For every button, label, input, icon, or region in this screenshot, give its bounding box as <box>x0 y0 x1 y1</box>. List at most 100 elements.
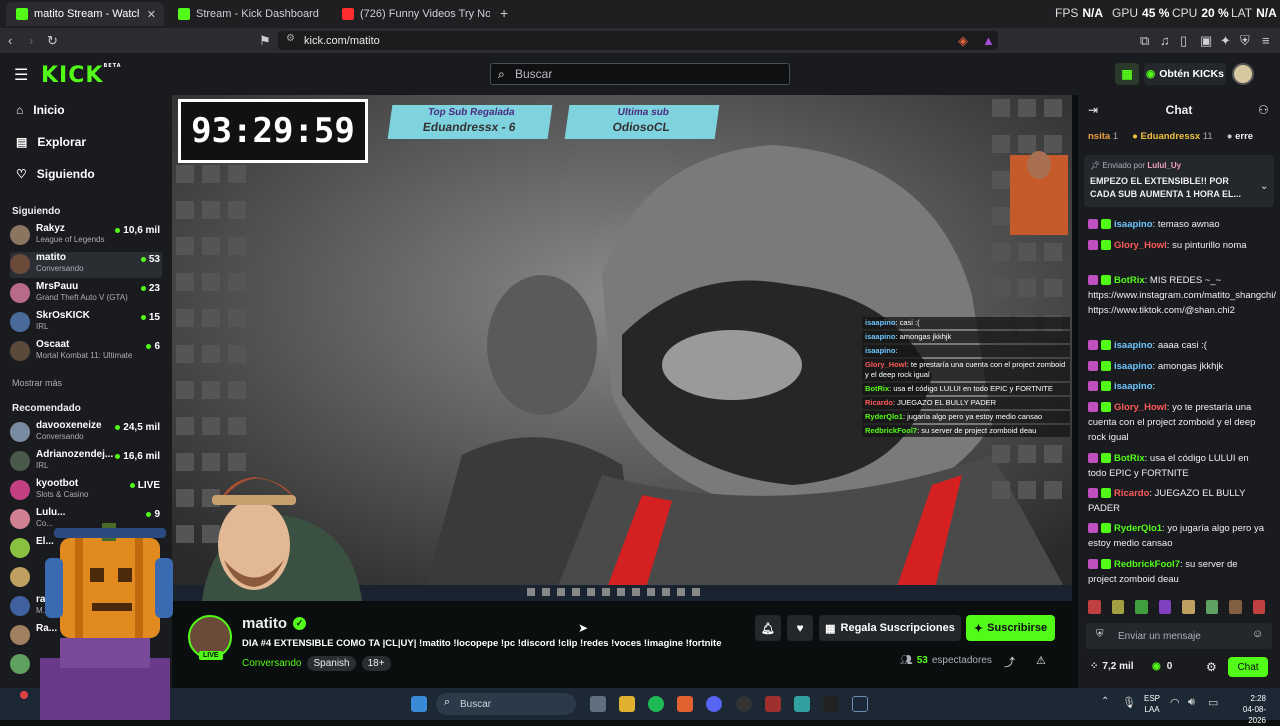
category-link[interactable]: Conversando <box>242 658 301 669</box>
sidebar-channel[interactable] <box>10 652 162 678</box>
chat-username[interactable]: BotRix <box>1114 453 1145 464</box>
kicks-balance[interactable]: ⁘ 7,2 mil <box>1090 661 1134 672</box>
chat-username[interactable]: isaapino <box>1114 219 1153 230</box>
taskbar-search[interactable]: ⌕ Buscar <box>436 693 576 715</box>
sidebar-channel[interactable] <box>10 565 162 591</box>
sidebar-channel[interactable]: davooxeneize Conversando 24,5 mil <box>10 420 162 446</box>
tag-chip[interactable]: Spanish <box>307 656 356 671</box>
brave-icon[interactable] <box>677 696 693 712</box>
search-input[interactable]: ⌕ Buscar <box>490 63 790 85</box>
video-player[interactable]: 93:29:59 Top Sub Regalada Eduandressx - … <box>172 95 1072 601</box>
gifter-name: nsita <box>1088 131 1111 142</box>
chat-input[interactable]: ⛨ Enviar un mensaje ☺ <box>1086 623 1272 649</box>
report-icon[interactable]: ⚠ <box>1036 654 1046 667</box>
sidebar-item-explorar[interactable]: ▤ Explorar <box>16 135 86 149</box>
browser-tab[interactable]: (726) Funny Videos Try Not to Laugh <box>332 2 492 26</box>
sidebar-channel[interactable]: rag... M... 63 <box>10 594 162 620</box>
sidebar-toggle-icon[interactable]: ▯ <box>1180 33 1187 49</box>
sidebar-channel[interactable]: Rakyz League of Legends 10,6 mil <box>10 223 162 249</box>
sidebar-item-inicio[interactable]: ⌂ Inicio <box>16 103 65 117</box>
wallet-icon[interactable]: ▣ <box>1200 33 1212 49</box>
file-explorer-icon[interactable] <box>619 696 635 712</box>
app-icon[interactable] <box>794 696 810 712</box>
new-tab-button[interactable]: + <box>500 5 508 21</box>
leo-icon[interactable]: ✦ <box>1220 33 1231 49</box>
pinned-message[interactable]: 📌︎ Enviado por Lulul_Uy EMPEZO EL EXTENS… <box>1084 155 1274 207</box>
music-icon[interactable]: ♫ <box>1160 33 1170 48</box>
show-more-link[interactable]: Mostrar más <box>12 378 62 388</box>
channel-name: El... <box>36 536 54 547</box>
last-sub-name: OdiosoCL <box>611 120 671 134</box>
sidebar-item-siguiendo[interactable]: ♡ Siguiendo <box>16 167 95 181</box>
chat-username[interactable]: Glory_Howl <box>1114 402 1167 413</box>
menu-icon[interactable]: ≡ <box>1262 33 1270 48</box>
chevron-down-icon[interactable]: ⌄ <box>1260 181 1268 192</box>
follow-button[interactable]: ♥ <box>787 615 813 641</box>
close-tab-icon[interactable]: ✕ <box>147 8 156 21</box>
reload-icon[interactable]: ↻ <box>47 33 58 49</box>
site-info-icon[interactable]: ⚙ <box>286 33 295 44</box>
get-kicks-button[interactable]: ◉ Obtén KICKs <box>1144 63 1226 85</box>
send-chat-button[interactable]: Chat <box>1228 657 1268 677</box>
points-balance[interactable]: ◉ 0 <box>1152 661 1172 672</box>
task-view-icon[interactable] <box>590 696 606 712</box>
chat-username[interactable]: Ricardo <box>1114 488 1149 499</box>
mic-icon[interactable]: 🎙︎ <box>1122 696 1136 709</box>
kick-rewards-button[interactable]: ▦ <box>1115 63 1139 85</box>
sidebar-channel[interactable]: kyootbot Slots & Casino LIVE <box>10 478 162 504</box>
sidebar-channel[interactable]: MrsPauu Grand Theft Auto V (GTA) 23 <box>10 281 162 307</box>
chat-users-icon[interactable]: ⚇ <box>1258 103 1269 117</box>
chat-username[interactable]: isaapino <box>1114 340 1153 351</box>
notifications-button[interactable]: 🔔︎ <box>755 615 781 641</box>
spotify-icon[interactable] <box>648 696 664 712</box>
share-icon[interactable]: ⤴ <box>1004 654 1015 670</box>
discord-icon[interactable] <box>706 696 722 712</box>
chat-username[interactable]: isaapino <box>1114 361 1153 372</box>
brave-shield-icon[interactable]: ◈ <box>958 33 968 49</box>
vpn-icon[interactable]: ⛨ <box>1240 33 1250 49</box>
gift-subs-button[interactable]: ▦ Regala Suscripciones <box>819 615 961 641</box>
browser-tab[interactable]: Stream - Kick Dashboard <box>168 2 330 26</box>
streamer-name[interactable]: matito <box>242 615 287 632</box>
subscribe-button[interactable]: ✦ Suscribirse <box>966 615 1055 641</box>
windows-start-icon[interactable] <box>411 696 427 712</box>
channel-avatar <box>10 480 30 500</box>
rewards-icon[interactable]: ▲ <box>982 33 995 48</box>
user-avatar[interactable] <box>1232 63 1254 85</box>
valorant-icon[interactable] <box>765 696 781 712</box>
sidebar-channel[interactable]: Oscaat Mortal Kombat 11: Ultimate 6 <box>10 339 162 365</box>
wifi-icon[interactable]: ◠ <box>1170 696 1180 709</box>
clock[interactable]: 2:28 04-08-2026 <box>1226 693 1266 726</box>
steam-icon[interactable] <box>852 696 868 712</box>
browser-tab-active[interactable]: matito Stream - Watch Live o ✕ <box>6 2 164 26</box>
tray-chevron-icon[interactable]: ⌃ <box>1101 696 1109 707</box>
tag-chip[interactable]: 18+ <box>361 656 391 671</box>
sidebar-channel[interactable]: Lulu... Co... 9 <box>10 507 162 533</box>
channel-name: matito <box>36 252 66 263</box>
back-icon[interactable]: ‹ <box>8 33 12 48</box>
sidebar-channel[interactable]: Ra... <box>10 623 162 649</box>
obs-icon[interactable] <box>736 696 752 712</box>
language-indicator[interactable]: ESP LAA <box>1144 693 1160 715</box>
sidebar-channel[interactable]: El... <box>10 536 162 562</box>
extensions-icon[interactable]: ⧉ <box>1140 33 1149 49</box>
chat-username[interactable]: RedbrickFool7 <box>1114 559 1180 570</box>
sidebar-channel[interactable]: SkrOsKICK IRL 15 <box>10 310 162 336</box>
url-field[interactable]: ⚙ kick.com/matito <box>278 31 998 50</box>
sidebar-channel[interactable]: Adrianozendej... IRL 16,6 mil <box>10 449 162 475</box>
chat-username[interactable]: RyderQlo1 <box>1114 523 1162 534</box>
battery-icon[interactable]: ▭ <box>1208 696 1218 709</box>
bookmark-icon[interactable]: ⚑ <box>259 33 271 49</box>
volume-icon[interactable]: 🔊︎ <box>1188 696 1195 709</box>
chat-username[interactable]: BotRix <box>1114 275 1145 286</box>
kicks-coin-icon: ◉ <box>1146 68 1156 80</box>
chat-username[interactable]: Glory_Howl <box>1114 240 1167 251</box>
forward-icon[interactable]: › <box>29 33 33 48</box>
chat-settings-icon[interactable]: ⚙ <box>1206 660 1217 674</box>
hamburger-menu-icon[interactable]: ☰ <box>14 65 28 85</box>
kick-logo[interactable]: KICKBETA <box>41 63 122 88</box>
emoji-icon[interactable]: ☺ <box>1252 628 1263 640</box>
sidebar-channel[interactable]: matito Conversando 53 <box>10 252 162 278</box>
epic-games-icon[interactable] <box>823 696 839 712</box>
chat-username[interactable]: isaapino <box>1114 381 1153 392</box>
